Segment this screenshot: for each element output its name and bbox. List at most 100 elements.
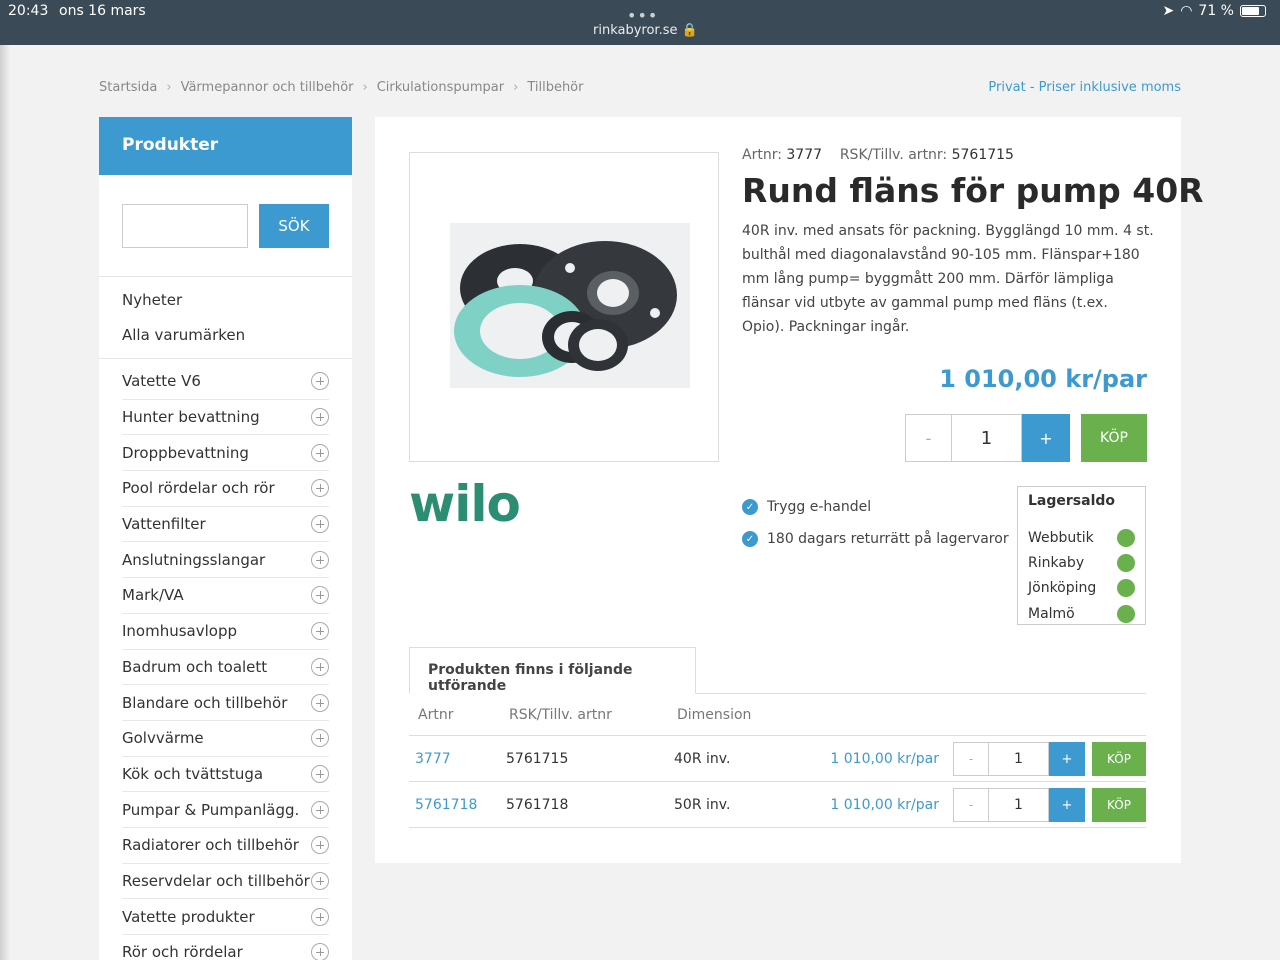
category-item[interactable]: Rör och rördelar	[122, 935, 329, 960]
category-item[interactable]: Badrum och toalett	[122, 650, 329, 686]
category-label: Golvvärme	[122, 729, 204, 748]
breadcrumb: Startsida › Värmepannor och tillbehör › …	[99, 80, 583, 95]
category-label: Vatette produkter	[122, 907, 255, 926]
status-bar: 20:43 ons 16 mars ••• rinkabyror.se 🔒 ➤ …	[0, 0, 1280, 45]
category-item[interactable]: Radiatorer och tillbehör	[122, 828, 329, 864]
product-price: 1 010,00 kr/par	[939, 365, 1147, 393]
qty-increase-button[interactable]: +	[1049, 788, 1085, 822]
expand-plus-icon[interactable]	[311, 800, 329, 819]
expand-plus-icon[interactable]	[311, 372, 329, 391]
category-label: Kök och tvättstuga	[122, 764, 264, 783]
qty-input[interactable]: 1	[952, 414, 1022, 462]
qty-input[interactable]: 1	[989, 788, 1049, 822]
category-item[interactable]: Droppbevattning	[122, 435, 329, 472]
category-label: Rör och rördelar	[122, 943, 243, 960]
breadcrumb-varmepannor[interactable]: Värmepannor och tillbehör	[181, 80, 354, 95]
expand-plus-icon[interactable]	[311, 586, 329, 605]
category-item[interactable]: Reservdelar och tillbehör	[122, 864, 329, 900]
category-item[interactable]: Golvvärme	[122, 721, 329, 757]
category-label: Pool rördelar och rör	[122, 479, 275, 498]
stock-location: Rinkaby	[1028, 554, 1085, 571]
variant-dimension: 50R inv.	[674, 796, 731, 813]
expand-plus-icon[interactable]	[311, 408, 329, 427]
search-input[interactable]	[122, 204, 248, 248]
link-nyheter[interactable]: Nyheter	[122, 291, 245, 326]
category-item[interactable]: Inomhusavlopp	[122, 614, 329, 650]
expand-plus-icon[interactable]	[311, 515, 329, 534]
header-rsk: RSK/Tillv. artnr	[509, 706, 612, 723]
qty-decrease-button[interactable]: -	[905, 414, 952, 462]
qty-increase-button[interactable]: +	[1022, 414, 1070, 462]
brand-logo[interactable]: wilo	[409, 475, 521, 533]
variant-price: 1 010,00 kr/par	[830, 796, 939, 813]
category-label: Hunter bevattning	[122, 408, 260, 427]
product-card: wilo Artnr: 3777 RSK/Tillv. artnr: 57617…	[375, 117, 1204, 863]
expand-plus-icon[interactable]	[311, 764, 329, 783]
stock-location: Jönköping	[1028, 580, 1097, 597]
expand-plus-icon[interactable]	[311, 479, 329, 498]
expand-plus-icon[interactable]	[311, 693, 329, 712]
expand-plus-icon[interactable]	[311, 622, 329, 641]
expand-plus-icon[interactable]	[311, 657, 329, 676]
check-icon: ✓	[742, 499, 758, 515]
category-label: Mark/VA	[122, 586, 184, 605]
category-item[interactable]: Kök och tvättstuga	[122, 757, 329, 793]
category-item[interactable]: Pumpar & Pumpanlägg.	[122, 792, 329, 828]
category-item[interactable]: Vatette V6	[122, 364, 329, 400]
category-item[interactable]: Anslutningsslangar	[122, 542, 329, 579]
expand-plus-icon[interactable]	[311, 907, 329, 926]
category-item[interactable]: Hunter bevattning	[122, 400, 329, 436]
expand-plus-icon[interactable]	[311, 943, 329, 960]
variant-artnr-link[interactable]: 5761718	[415, 797, 477, 813]
qty-decrease-button[interactable]: -	[953, 788, 989, 822]
expand-plus-icon[interactable]	[311, 443, 329, 462]
address-bar[interactable]: rinkabyror.se 🔒	[593, 23, 698, 38]
stock-status-dot	[1117, 553, 1135, 572]
search-button[interactable]: SÖK	[259, 204, 329, 248]
category-label: Inomhusavlopp	[122, 622, 238, 641]
table-row: 5761718 5761718 50R inv. 1 010,00 kr/par…	[409, 782, 1146, 828]
expand-plus-icon[interactable]	[311, 836, 329, 855]
price-mode-link[interactable]: Privat - Priser inklusive moms	[988, 80, 1181, 95]
breadcrumb-cirkulationspumpar[interactable]: Cirkulationspumpar	[377, 80, 504, 95]
category-item[interactable]: Vattenfilter	[122, 507, 329, 543]
breadcrumb-start[interactable]: Startsida	[99, 80, 157, 95]
stock-row: Malmö	[1028, 601, 1135, 626]
divider	[99, 358, 352, 359]
buy-button[interactable]: KÖP	[1081, 414, 1147, 462]
category-label: Pumpar & Pumpanlägg.	[122, 800, 300, 819]
variant-rsk: 5761718	[506, 796, 569, 813]
variant-artnr-link[interactable]: 3777	[415, 751, 451, 767]
battery-percent: 71 %	[1198, 3, 1234, 19]
qty-decrease-button[interactable]: -	[953, 742, 989, 776]
tab-variants[interactable]: Produkten finns i följande utförande	[409, 647, 696, 694]
artnr-label: Artnr:	[742, 147, 782, 163]
buy-button[interactable]: KÖP	[1092, 788, 1146, 822]
category-item[interactable]: Pool rördelar och rör	[122, 471, 329, 507]
quantity-stepper: - 1 + KÖP	[953, 788, 1146, 822]
header-dimension: Dimension	[677, 706, 752, 723]
expand-plus-icon[interactable]	[311, 729, 329, 748]
qty-input[interactable]: 1	[989, 742, 1049, 776]
category-label: Reservdelar och tillbehör	[122, 871, 310, 890]
category-label: Blandare och tillbehör	[122, 693, 288, 712]
trust-label: 180 dagars returrätt på lagervaror	[767, 531, 1009, 547]
link-alla-varumarken[interactable]: Alla varumärken	[122, 326, 245, 361]
expand-plus-icon[interactable]	[311, 871, 329, 890]
trust-item: ✓ 180 dagars returrätt på lagervaror	[742, 531, 1009, 547]
category-item[interactable]: Vatette produkter	[122, 899, 329, 935]
quick-links: Nyheter Alla varumärken	[122, 291, 245, 361]
buy-button[interactable]: KÖP	[1092, 742, 1146, 776]
expand-plus-icon[interactable]	[311, 550, 329, 569]
stock-status-dot	[1117, 579, 1135, 598]
stock-row: Jönköping	[1028, 576, 1135, 601]
wifi-icon: ◠	[1180, 3, 1193, 19]
breadcrumb-tillbehor[interactable]: Tillbehör	[527, 80, 583, 95]
variant-dimension: 40R inv.	[674, 750, 731, 767]
qty-increase-button[interactable]: +	[1049, 742, 1085, 776]
breadcrumb-separator: ›	[362, 80, 368, 95]
category-item[interactable]: Mark/VA	[122, 578, 329, 614]
product-image[interactable]	[409, 152, 719, 462]
category-item[interactable]: Blandare och tillbehör	[122, 685, 329, 721]
category-label: Vattenfilter	[122, 515, 206, 534]
